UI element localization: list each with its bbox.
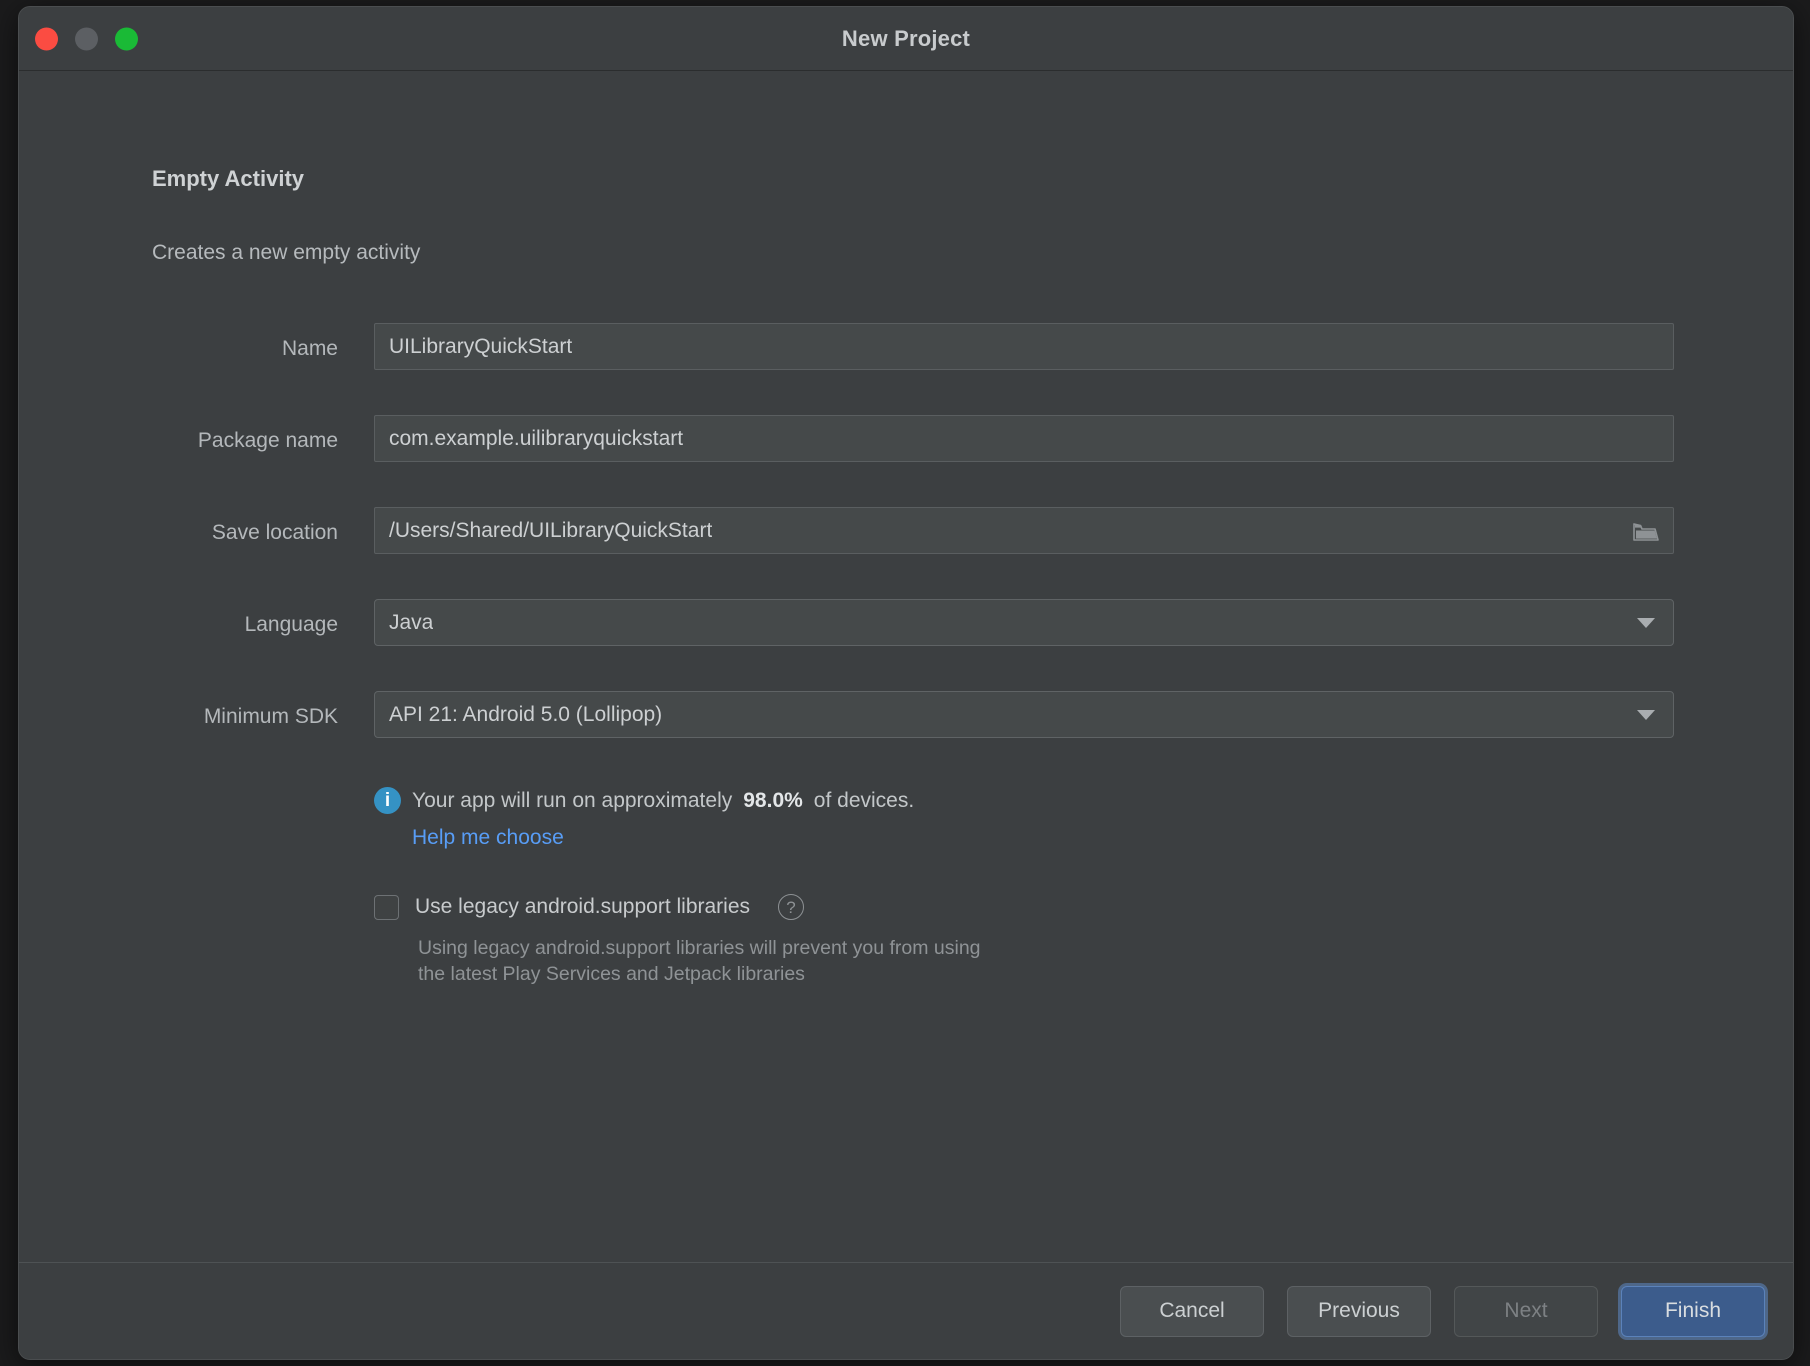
save-location-input-value: /Users/Shared/UILibraryQuickStart	[389, 518, 713, 542]
finish-button[interactable]: Finish	[1621, 1285, 1765, 1337]
folder-icon	[1633, 522, 1659, 541]
traffic-light-controls	[35, 27, 138, 50]
form-row-package-name: Package name com.example.uilibraryquicks…	[19, 415, 1793, 507]
minimum-sdk-dropdown-toggle[interactable]	[1637, 709, 1659, 720]
minimize-window-button[interactable]	[75, 27, 98, 50]
new-project-dialog: New Project Empty Activity Creates a new…	[18, 6, 1794, 1360]
minimum-sdk-dropdown-value: API 21: Android 5.0 (Lollipop)	[389, 702, 663, 726]
device-coverage-text-before: Your app will run on approximately	[412, 788, 733, 812]
help-me-choose-link[interactable]: Help me choose	[412, 826, 564, 850]
chevron-down-icon	[1637, 617, 1655, 628]
device-coverage-line: i Your app will run on approximately 98.…	[374, 787, 914, 814]
chevron-down-icon	[1637, 709, 1655, 720]
window-titlebar: New Project	[19, 7, 1793, 71]
page-title: Empty Activity	[152, 166, 305, 191]
language-dropdown-toggle[interactable]	[1637, 617, 1659, 628]
form-row-minimum-sdk: Minimum SDK API 21: Android 5.0 (Lollipo…	[19, 691, 1793, 783]
package-name-input-value: com.example.uilibraryquickstart	[389, 426, 684, 450]
form-row-language: Language Java	[19, 599, 1793, 691]
name-input-value: UILibraryQuickStart	[389, 334, 573, 358]
label-save-location: Save location	[211, 521, 338, 544]
name-input[interactable]: UILibraryQuickStart	[374, 323, 1674, 370]
legacy-libraries-section: Use legacy android.support libraries ? U…	[374, 894, 981, 987]
legacy-libraries-description: Using legacy android.support libraries w…	[418, 936, 981, 987]
close-window-button[interactable]	[35, 27, 58, 50]
device-coverage-text-after: of devices.	[813, 788, 915, 812]
use-legacy-support-libraries-label: Use legacy android.support libraries	[415, 895, 751, 918]
save-location-input[interactable]: /Users/Shared/UILibraryQuickStart	[374, 507, 1674, 554]
language-dropdown-value: Java	[389, 610, 434, 634]
label-language: Language	[244, 613, 338, 636]
package-name-input[interactable]: com.example.uilibraryquickstart	[374, 415, 1674, 462]
legacy-libraries-row: Use legacy android.support libraries ?	[374, 894, 981, 920]
language-dropdown[interactable]: Java	[374, 599, 1674, 646]
legacy-description-line-2: the latest Play Services and Jetpack lib…	[418, 962, 805, 985]
device-coverage-info: i Your app will run on approximately 98.…	[374, 787, 914, 850]
minimum-sdk-dropdown[interactable]: API 21: Android 5.0 (Lollipop)	[374, 691, 1674, 738]
next-button: Next	[1454, 1285, 1598, 1337]
project-form: Name UILibraryQuickStart Package name co…	[19, 323, 1793, 783]
legacy-description-line-1: Using legacy android.support libraries w…	[418, 937, 981, 959]
dialog-content: Empty Activity Creates a new empty activ…	[19, 71, 1793, 1262]
window-title: New Project	[841, 25, 971, 51]
zoom-window-button[interactable]	[115, 27, 138, 50]
page-subtitle: Creates a new empty activity	[152, 241, 421, 264]
label-minimum-sdk: Minimum SDK	[203, 705, 338, 728]
form-row-save-location: Save location /Users/Shared/UILibraryQui…	[19, 507, 1793, 599]
use-legacy-support-libraries-checkbox[interactable]	[374, 894, 399, 920]
device-coverage-percent: 98.0%	[743, 788, 803, 812]
previous-button[interactable]: Previous	[1287, 1285, 1431, 1337]
form-row-name: Name UILibraryQuickStart	[19, 323, 1793, 415]
browse-folder-button[interactable]	[1633, 520, 1659, 542]
cancel-button[interactable]: Cancel	[1120, 1285, 1264, 1337]
info-icon: i	[374, 787, 401, 814]
label-name: Name	[281, 337, 338, 360]
dialog-footer: Cancel Previous Next Finish	[19, 1262, 1793, 1359]
question-mark-icon[interactable]: ?	[778, 894, 805, 920]
label-package-name: Package name	[197, 429, 338, 452]
